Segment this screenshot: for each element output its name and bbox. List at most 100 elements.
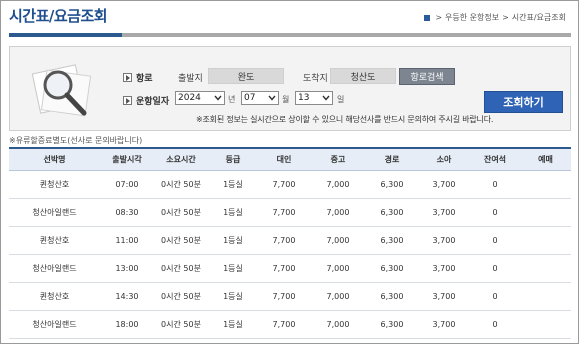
booking-cell[interactable] (520, 311, 571, 338)
seats-left-cell: 0 (492, 320, 498, 329)
arrival-field[interactable]: 청산도 (330, 68, 396, 84)
adult-fare-cell: 7,700 (272, 208, 296, 217)
student-fare-cell: 7,000 (326, 180, 350, 189)
duration-cell: 0시간 50분 (161, 236, 201, 245)
ship-name-cell: 퀸청산호 (39, 236, 70, 245)
table-header: 선박명 출발시각 소요시간 등급 대인 중고 경로 소아 잔여석 예매 (9, 147, 571, 171)
date-label: 운항일자 (123, 94, 169, 107)
seats-left-cell: 0 (492, 264, 498, 273)
duration-cell: 0시간 50분 (161, 264, 201, 273)
arrow-right-icon (123, 73, 132, 82)
adult-fare-cell: 7,700 (272, 180, 296, 189)
notice-text: ※조회된 정보는 실시간으로 상이할 수 있으니 해당선사를 반드시 문의하여 … (196, 115, 494, 124)
day-select[interactable]: 13 (295, 91, 333, 105)
table-row: 퀸청산호 11:00 0시간 50분 1등실 7,700 7,000 6,300… (9, 227, 571, 255)
senior-fare-cell: 6,300 (380, 236, 404, 245)
page-title: 시간표/요금조회 (9, 7, 108, 25)
seats-left-cell: 0 (492, 180, 498, 189)
departure-time-cell: 11:00 (115, 236, 139, 245)
departure-time-cell: 07:00 (115, 180, 139, 189)
table-row: 퀸청산호 07:00 0시간 50분 1등실 7,700 7,000 6,300… (9, 171, 571, 199)
senior-fare-cell: 6,300 (380, 264, 404, 273)
query-button[interactable]: 조회하기 (484, 91, 563, 113)
chevron-down-icon (268, 95, 276, 101)
student-fare-cell: 7,000 (326, 292, 350, 301)
breadcrumb: > 우등한 운항정보 > 시간표/요금조회 (424, 12, 566, 23)
class-cell: 1등실 (223, 320, 243, 329)
adult-fare-cell: 7,700 (272, 264, 296, 273)
month-unit: 월 (282, 95, 290, 104)
ship-name-cell: 청산아일랜드 (32, 320, 77, 329)
senior-fare-cell: 6,300 (380, 208, 404, 217)
schedule-table: 선박명 출발시각 소요시간 등급 대인 중고 경로 소아 잔여석 예매 퀸청산호… (9, 147, 571, 339)
child-fare-cell: 3,700 (432, 264, 456, 273)
duration-cell: 0시간 50분 (161, 292, 201, 301)
table-row: 청산아일랜드 18:00 0시간 50분 1등실 7,700 7,000 6,3… (9, 311, 571, 339)
page-frame: 시간표/요금조회 > 우등한 운항정보 > 시간표/요금조회 항로 출발지 완도… (0, 0, 579, 344)
chevron-down-icon (322, 95, 330, 101)
column-header: 예매 (538, 155, 553, 164)
breadcrumb-item[interactable]: 시간표/요금조회 (512, 12, 566, 23)
column-header: 대인 (276, 155, 292, 164)
departure-field[interactable]: 완도 (208, 68, 284, 84)
title-underline (122, 33, 571, 37)
table-row: 청산아일랜드 13:00 0시간 50분 1등실 7,700 7,000 6,3… (9, 255, 571, 283)
home-icon (424, 14, 431, 21)
child-fare-cell: 3,700 (432, 292, 456, 301)
duration-cell: 0시간 50분 (161, 180, 201, 189)
student-fare-cell: 7,000 (326, 320, 350, 329)
departure-time-cell: 14:30 (115, 292, 139, 301)
adult-fare-cell: 7,700 (272, 236, 296, 245)
day-unit: 일 (337, 95, 345, 104)
column-header: 선박명 (43, 155, 66, 164)
adult-fare-cell: 7,700 (272, 292, 296, 301)
senior-fare-cell: 6,300 (380, 292, 404, 301)
class-cell: 1등실 (223, 236, 243, 245)
arrival-label: 도착지 (303, 74, 328, 84)
fuel-surcharge-remark: ※유류할증료별도(선사로 문의바랍니다) (9, 136, 143, 145)
adult-fare-cell: 7,700 (272, 320, 296, 329)
column-header: 경로 (384, 155, 400, 164)
booking-cell[interactable] (520, 255, 571, 282)
student-fare-cell: 7,000 (326, 236, 350, 245)
senior-fare-cell: 6,300 (380, 320, 404, 329)
column-header: 출발시각 (112, 155, 142, 164)
column-header: 중고 (330, 155, 346, 164)
booking-cell[interactable] (520, 199, 571, 226)
route-search-button[interactable]: 항로검색 (399, 68, 455, 85)
month-select[interactable]: 07 (241, 91, 279, 105)
booking-cell[interactable] (520, 227, 571, 254)
column-header: 등급 (225, 155, 241, 164)
column-header: 소아 (436, 155, 452, 164)
duration-cell: 0시간 50분 (161, 320, 201, 329)
departure-time-cell: 08:30 (115, 208, 139, 217)
booking-cell[interactable] (520, 283, 571, 310)
booking-cell[interactable] (520, 171, 571, 198)
class-cell: 1등실 (223, 264, 243, 273)
table-body: 퀸청산호 07:00 0시간 50분 1등실 7,700 7,000 6,300… (9, 171, 571, 339)
departure-time-cell: 18:00 (115, 320, 139, 329)
year-unit: 년 (228, 95, 236, 104)
ship-name-cell: 청산아일랜드 (32, 264, 77, 273)
seats-left-cell: 0 (492, 236, 498, 245)
arrow-right-icon (123, 96, 132, 105)
ship-name-cell: 퀸청산호 (39, 180, 70, 189)
search-panel: 항로 출발지 완도 도착지 청산도 항로검색 운항일자 2024 년 07 월 … (9, 46, 571, 131)
child-fare-cell: 3,700 (432, 236, 456, 245)
chevron-down-icon (214, 95, 222, 101)
class-cell: 1등실 (223, 208, 243, 217)
student-fare-cell: 7,000 (326, 208, 350, 217)
table-row: 퀸청산호 14:30 0시간 50분 1등실 7,700 7,000 6,300… (9, 283, 571, 311)
column-header: 잔여석 (483, 155, 507, 164)
child-fare-cell: 3,700 (432, 180, 456, 189)
child-fare-cell: 3,700 (432, 208, 456, 217)
seats-left-cell: 0 (492, 292, 498, 301)
table-row: 청산아일랜드 08:30 0시간 50분 1등실 7,700 7,000 6,3… (9, 199, 571, 227)
year-select[interactable]: 2024 (175, 91, 225, 105)
breadcrumb-item[interactable]: 우등한 운항정보 (445, 12, 499, 23)
class-cell: 1등실 (223, 292, 243, 301)
departure-label: 출발지 (178, 74, 203, 84)
magnifier-icon (31, 64, 92, 117)
departure-time-cell: 13:00 (115, 264, 139, 273)
route-label: 항로 (123, 71, 153, 84)
